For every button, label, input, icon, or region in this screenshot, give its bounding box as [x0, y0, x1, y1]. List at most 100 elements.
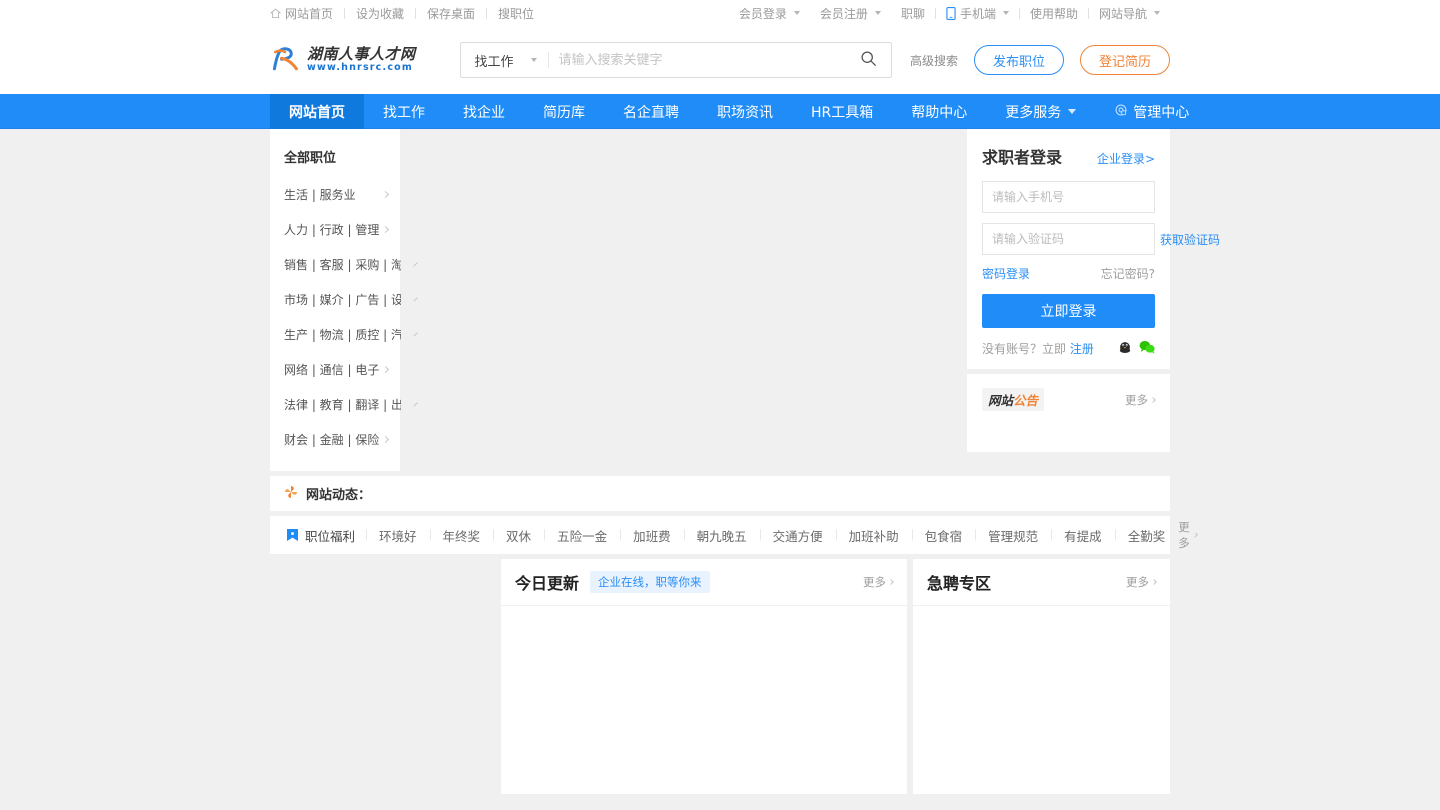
nav-item-career-news[interactable]: 职场资讯: [698, 94, 792, 129]
tag-standard-management[interactable]: 管理规范: [975, 526, 1051, 545]
site-notice-panel: 网站公告 更多: [967, 374, 1170, 452]
today-update-card-badge: 企业在线，职等你来: [590, 571, 710, 593]
company-login-link[interactable]: 企业登录>: [1097, 150, 1155, 167]
topbar-member-login[interactable]: 会员登录: [729, 5, 810, 22]
topbar-link-bookmark-label: 设为收藏: [356, 6, 405, 21]
sidebar-item-label: 人力 | 行政 | 管理: [284, 223, 380, 237]
forgot-password-link[interactable]: 忘记密码?: [1101, 265, 1155, 282]
post-job-button[interactable]: 发布职位: [973, 45, 1064, 75]
urgent-hiring-more-link[interactable]: 更多: [1126, 574, 1157, 590]
site-logo[interactable]: 湖南人事人才网 www.hnrsrc.com: [270, 45, 460, 75]
nav-item-resume-library[interactable]: 简历库: [524, 94, 604, 129]
urgent-hiring-card-title: 急聘专区: [927, 574, 992, 593]
get-code-button[interactable]: 获取验证码: [1151, 231, 1229, 248]
tag-two-day-weekend[interactable]: 双休: [493, 526, 544, 545]
sidebar-item-marketing-media-design[interactable]: 市场 | 媒介 | 广告 | 设计: [270, 282, 418, 317]
topbar-site-map[interactable]: 网站导航: [1089, 5, 1170, 22]
search-box: 找工作: [460, 42, 892, 78]
chevron-down-icon: [793, 11, 800, 15]
chevron-down-icon: [530, 58, 537, 62]
category-sidebar-title: 全部职位: [284, 151, 337, 166]
nav-item-find-company[interactable]: 找企业: [444, 94, 524, 129]
wechat-icon[interactable]: [1139, 340, 1155, 357]
login-panel: 求职者登录 企业登录> 获取验证码 密码登录 忘记密码? 立即登录: [967, 129, 1220, 369]
register-resume-button[interactable]: 登记简历: [1079, 45, 1170, 75]
sidebar-item-hr-admin-management[interactable]: 人力 | 行政 | 管理: [270, 212, 400, 247]
sidebar-item-network-telecom-electronics[interactable]: 网络 | 通信 | 电子: [270, 352, 400, 387]
phone-input[interactable]: [983, 182, 1154, 212]
bottom-left-gap: [270, 559, 501, 794]
chevron-right-icon: [1151, 579, 1157, 585]
tag-five-insurances-one-fund[interactable]: 五险一金: [544, 526, 620, 545]
sidebar-item-label: 市场 | 媒介 | 广告 | 设计: [284, 293, 416, 307]
sidebar-item-production-logistics-auto[interactable]: 生产 | 物流 | 质控 | 汽车: [270, 317, 418, 352]
tags-more-link[interactable]: 更多: [1178, 519, 1198, 551]
chevron-right-icon: [381, 190, 390, 199]
tag-nine-to-five[interactable]: 朝九晚五: [684, 526, 760, 545]
tag-overtime-subsidy[interactable]: 加班补助: [836, 526, 912, 545]
topbar-link-desktop[interactable]: 保存桌面: [416, 5, 486, 22]
hero-row: 全部职位 生活 | 服务业 人力 | 行政 | 管理 销售 | 客服 | 采购 …: [270, 129, 1220, 471]
search-button[interactable]: [847, 43, 891, 77]
topbar-link-home[interactable]: 网站首页: [270, 5, 344, 22]
no-account-text: 没有账号？立即 注册: [982, 340, 1094, 357]
qq-icon[interactable]: [1118, 340, 1132, 357]
search-type-dropdown[interactable]: 找工作: [461, 43, 547, 77]
topbar-help[interactable]: 使用帮助: [1020, 5, 1088, 22]
today-update-card-header: 今日更新 企业在线，职等你来 更多: [501, 559, 907, 606]
nav-item-find-company-label: 找企业: [463, 104, 505, 121]
nav-item-admin-center-label: 管理中心: [1133, 104, 1190, 121]
topbar-member-register[interactable]: 会员注册: [810, 5, 891, 22]
login-submit-button[interactable]: 立即登录: [982, 294, 1155, 328]
sidebar-item-label: 生产 | 物流 | 质控 | 汽车: [284, 328, 416, 342]
chevron-down-icon: [1068, 109, 1077, 114]
tag-commission[interactable]: 有提成: [1051, 526, 1115, 545]
sidebar-item-finance-accounting-insurance[interactable]: 财会 | 金融 | 保险: [270, 422, 400, 457]
today-update-card: 今日更新 企业在线，职等你来 更多: [501, 559, 907, 794]
nav-item-home-label: 网站首页: [289, 104, 345, 121]
login-panel-header: 求职者登录 企业登录>: [982, 144, 1155, 168]
chevron-right-icon: [381, 225, 390, 234]
tag-overtime-pay[interactable]: 加班费: [620, 526, 684, 545]
sidebar-item-sales-service-purchasing[interactable]: 销售 | 客服 | 采购 | 淘宝: [270, 247, 418, 282]
topbar-job-chat[interactable]: 职聊: [891, 5, 935, 22]
topbar-mobile[interactable]: 手机端: [936, 5, 1019, 22]
register-link[interactable]: 注册: [1070, 342, 1094, 356]
topbar-member-register-label: 会员注册: [819, 6, 868, 21]
search-icon: [860, 50, 877, 70]
nav-item-home[interactable]: 网站首页: [270, 94, 364, 129]
tag-attendance-bonus[interactable]: 全勤奖: [1115, 526, 1179, 545]
tag-good-environment[interactable]: 环境好: [366, 526, 430, 545]
nav-item-more-services[interactable]: 更多服务: [986, 94, 1095, 129]
login-footer: 没有账号？立即 注册: [982, 340, 1155, 357]
more-label: 更多: [1178, 520, 1190, 550]
sidebar-item-life-service[interactable]: 生活 | 服务业: [270, 177, 400, 212]
nav-item-help-center-label: 帮助中心: [911, 104, 968, 121]
verification-code-input[interactable]: [983, 224, 1151, 254]
site-notice-more-link[interactable]: 更多: [1125, 392, 1156, 408]
nav-item-help-center[interactable]: 帮助中心: [892, 94, 986, 129]
chevron-right-icon: [1193, 532, 1198, 538]
tag-room-and-board[interactable]: 包食宿: [912, 526, 976, 545]
tag-convenient-transport[interactable]: 交通方便: [760, 526, 836, 545]
nav-item-hr-toolbox[interactable]: HR工具箱: [792, 94, 892, 129]
nav-item-find-job[interactable]: 找工作: [364, 94, 444, 129]
sidebar-item-law-education-translation[interactable]: 法律 | 教育 | 翻译 | 出版: [270, 387, 418, 422]
advanced-search-link[interactable]: 高级搜索: [910, 52, 958, 69]
site-header: 湖南人事人才网 www.hnrsrc.com 找工作 高级搜索 发布职位 登记简…: [0, 26, 1440, 94]
more-label: 更多: [863, 575, 886, 589]
nav-item-famous-companies[interactable]: 名企直聘: [604, 94, 698, 129]
search-input[interactable]: [548, 43, 847, 77]
topbar-link-search-jobs[interactable]: 搜职位: [487, 5, 545, 22]
topbar-mobile-label: 手机端: [959, 6, 996, 21]
topbar-link-bookmark[interactable]: 设为收藏: [345, 5, 415, 22]
top-utility-bar: 网站首页 设为收藏 保存桌面 搜职位 会员登录 会员注册 职聊 手机端 使用帮助…: [0, 0, 1440, 26]
phone-field-wrapper: [982, 181, 1155, 213]
tag-year-end-bonus[interactable]: 年终奖: [430, 526, 494, 545]
top-utility-right-links: 会员登录 会员注册 职聊 手机端 使用帮助 网站导航: [729, 5, 1170, 22]
nav-item-admin-center[interactable]: 管理中心: [1095, 94, 1208, 129]
logo-r-icon: [270, 45, 300, 75]
site-dynamics-label: 网站动态：: [306, 488, 372, 503]
password-login-link[interactable]: 密码登录: [982, 265, 1030, 282]
today-update-more-link[interactable]: 更多: [863, 574, 894, 590]
